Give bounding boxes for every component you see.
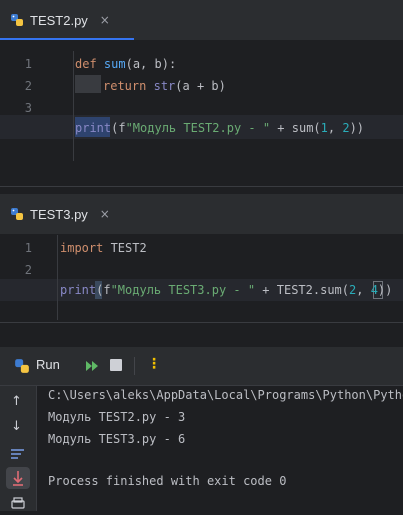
console-line: C:\Users\aleks\AppData\Local\Programs\Py… [48,388,403,402]
gutter-separator [57,235,58,320]
toolbar-separator [134,357,135,375]
stop-icon[interactable] [110,359,122,371]
code-line-2: return str(a + b) [103,79,226,93]
python-file-icon [14,358,30,378]
splitter[interactable] [0,322,403,323]
line-number: 3 [24,101,32,115]
tab-label: TEST2.py [30,12,88,28]
console-side-toolbar: ↑ ↓ [0,386,36,511]
code-line-3: print(f"Модуль TEST3.py - " + TEST2.sum(… [60,283,393,297]
editor2-pane[interactable]: 1 2 3 import TEST2 print(f"Модуль TEST3.… [0,235,403,320]
console-line: Process finished with exit code 0 [48,474,287,488]
line-number: 1 [24,57,32,71]
tab-test2[interactable]: TEST2.py × [0,0,134,40]
editor1-pane[interactable]: 1 2 3 4 def sum(a, b): return str(a + b)… [0,41,403,164]
console-output[interactable]: C:\Users\aleks\AppData\Local\Programs\Py… [37,386,403,511]
rerun-icon[interactable] [84,358,100,378]
more-icon[interactable]: ⋮ [147,356,161,372]
line-number: 2 [24,263,32,277]
tab-label: TEST3.py [30,206,88,222]
line-number: 2 [24,79,32,93]
scroll-up-icon[interactable]: ↑ [11,394,22,409]
python-file-icon [11,208,23,220]
code-line-1: import TEST2 [60,241,147,255]
indent-guide-block [75,75,101,93]
line-number: 1 [24,241,32,255]
python-file-icon [11,14,23,26]
tab-test3[interactable]: TEST3.py × [0,194,134,234]
active-tab-indicator [0,38,134,40]
editor2-tabbar: TEST3.py × [0,194,403,235]
scroll-down-icon[interactable]: ↓ [11,419,22,434]
run-toolbar: Run ⋮ [0,347,403,385]
code-line-1: def sum(a, b): [75,57,177,71]
print-icon[interactable] [10,496,26,515]
splitter[interactable] [0,186,403,187]
console-line: Модуль TEST2.py - 3 [48,410,186,424]
console-line: Модуль TEST3.py - 6 [48,432,186,446]
run-tab-title[interactable]: Run [36,357,60,372]
editor1-tabbar: TEST2.py × [0,0,403,41]
soft-wrap-icon[interactable] [10,446,26,465]
gutter-separator [73,51,74,161]
code-line-4: print(f"Модуль TEST2.py - " + sum(1, 2)) [75,121,365,135]
close-icon[interactable]: × [100,207,110,221]
scroll-to-end-icon[interactable] [6,467,30,489]
close-icon[interactable]: × [100,13,110,27]
